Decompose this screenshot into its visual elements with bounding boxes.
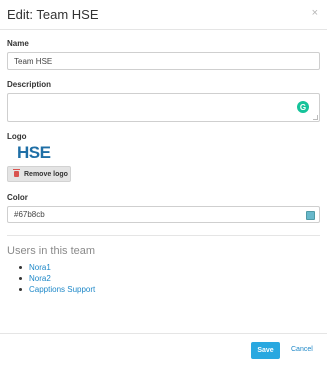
modal-title: Edit: Team HSE (7, 7, 99, 22)
description-label: Description (7, 80, 52, 89)
user-link-nora2[interactable]: Nora2 (19, 273, 95, 284)
section-divider (7, 235, 320, 236)
color-label: Color (7, 193, 28, 202)
description-textarea[interactable]: G (7, 93, 320, 122)
edit-team-modal: Edit: Team HSE × Name Team HSE Descripti… (0, 0, 327, 366)
remove-logo-button[interactable]: Remove logo (7, 166, 71, 182)
footer-divider (0, 333, 327, 334)
save-button[interactable]: Save (251, 342, 280, 359)
logo-label: Logo (7, 132, 27, 141)
name-input[interactable]: Team HSE (7, 52, 320, 70)
user-link-capptions-support[interactable]: Capptions Support (19, 284, 95, 295)
trash-icon (13, 169, 20, 177)
name-input-value: Team HSE (14, 56, 53, 66)
users-list: Nora1 Nora2 Capptions Support (19, 262, 95, 295)
user-link-nora1[interactable]: Nora1 (19, 262, 95, 273)
cancel-link[interactable]: Cancel (291, 346, 313, 353)
color-input-value: #67b8cb (14, 210, 45, 219)
name-label: Name (7, 39, 29, 48)
color-input[interactable]: #67b8cb (7, 206, 320, 223)
modal-header: Edit: Team HSE × (0, 0, 327, 30)
team-logo-image: HSE (17, 143, 51, 162)
users-section-title: Users in this team (7, 245, 96, 257)
resize-handle[interactable] (313, 115, 318, 120)
remove-logo-label: Remove logo (24, 170, 68, 178)
close-icon[interactable]: × (312, 8, 318, 19)
grammarly-icon[interactable]: G (297, 101, 309, 113)
color-swatch[interactable] (306, 211, 315, 220)
